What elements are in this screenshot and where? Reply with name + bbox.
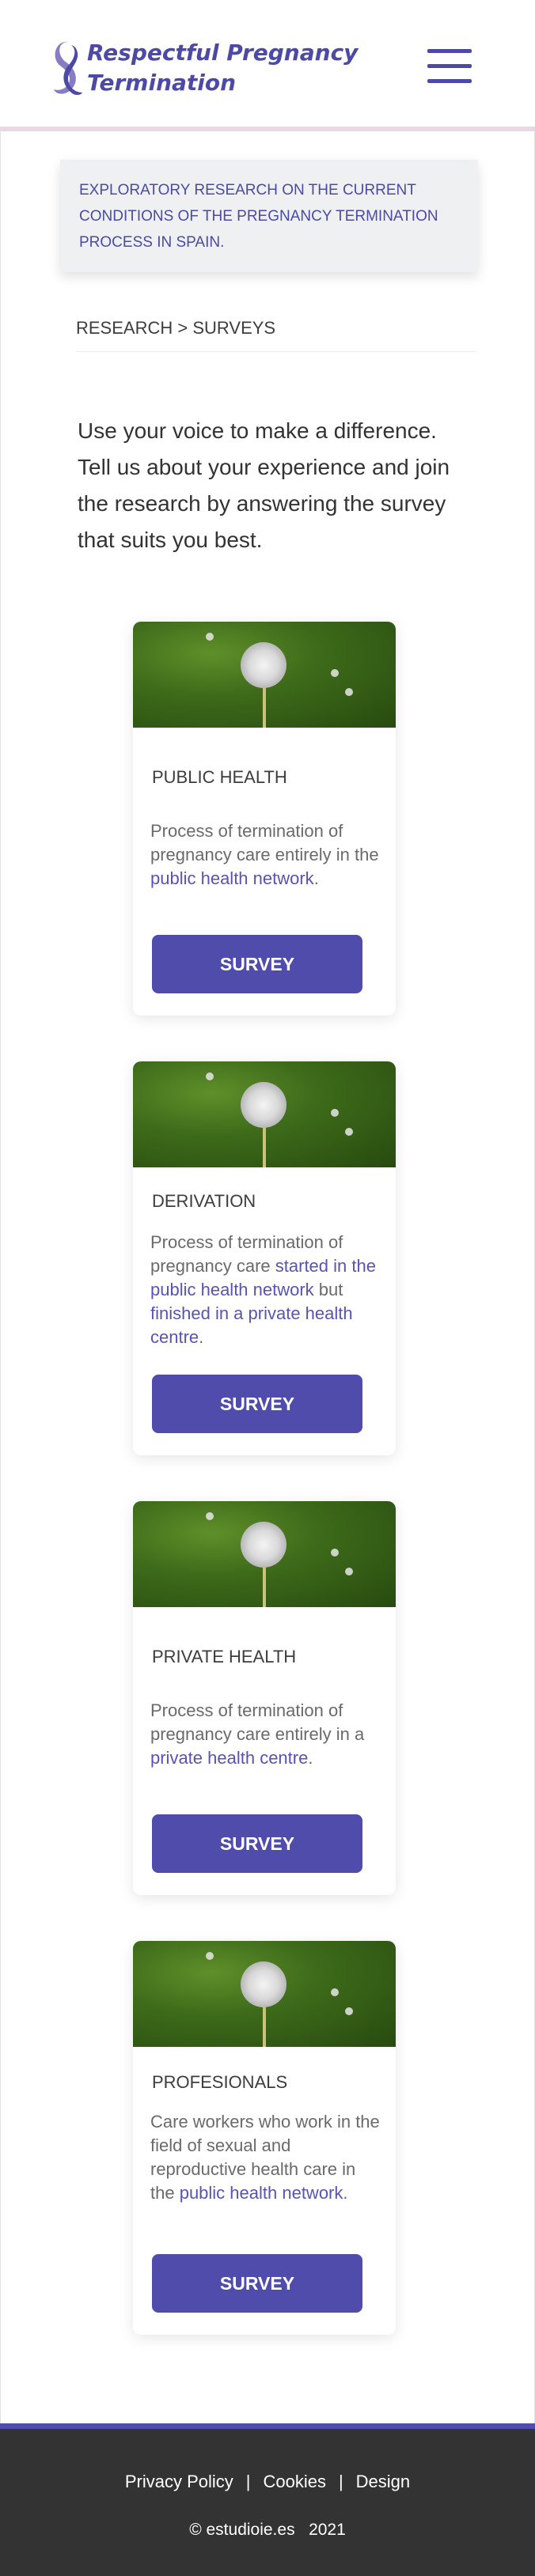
research-banner: EXPLORATORY RESEARCH ON THE CURRENT COND… [60, 160, 478, 272]
footer-copyright: © estudioie.es 2021 [189, 2521, 346, 2539]
card-highlight: public health network [150, 868, 314, 888]
footer-separator: | [245, 2472, 251, 2491]
footer-separator: | [338, 2472, 343, 2491]
breadcrumb-research-link[interactable]: RESEARCH [76, 318, 173, 338]
survey-button-derivation[interactable]: SURVEY [152, 1375, 362, 1433]
footer-link-design[interactable]: Design [356, 2472, 410, 2491]
survey-card-public-health: PUBLIC HEALTH Process of termination of … [133, 622, 396, 1016]
breadcrumb-current: SURVEYS [192, 318, 276, 338]
card-description: Process of termination of pregnancy care… [150, 1232, 376, 1347]
logo-text: Respectful Pregnancy Termination [87, 38, 358, 98]
survey-card-profesionals: PROFESIONALS Care workers who work in th… [133, 1941, 396, 2335]
site-logo[interactable]: Respectful Pregnancy Termination [51, 38, 358, 98]
card-title: PUBLIC HEALTH [152, 767, 287, 787]
site-footer: Privacy Policy | Cookies | Design © estudioi… [0, 2423, 535, 2576]
dandelion-image [133, 1941, 396, 2047]
survey-button-profesionals[interactable]: SURVEY [152, 2254, 362, 2313]
intro-text: Use your voice to make a difference. Tel… [78, 418, 450, 552]
breadcrumb: RESEARCH > SURVEYS [76, 318, 476, 352]
card-highlight: public health network [179, 2183, 343, 2203]
hamburger-menu-icon[interactable] [427, 49, 475, 87]
footer-link-privacy[interactable]: Privacy Policy [125, 2472, 233, 2491]
card-highlight: private health centre [150, 1748, 309, 1768]
logo-line-2: Termination [87, 70, 237, 96]
dandelion-image [133, 1061, 396, 1167]
survey-button-public-health[interactable]: SURVEY [152, 935, 362, 993]
footer-link-cookies[interactable]: Cookies [263, 2472, 325, 2491]
footer-links: Privacy Policy | Cookies | Design [0, 2472, 535, 2492]
card-highlight: finished in a private health centre [150, 1303, 353, 1347]
logo-ribbon-icon [54, 41, 82, 95]
card-title: PROFESIONALS [152, 2072, 288, 2092]
logo-line-1: Respectful Pregnancy [87, 40, 359, 66]
banner-text: EXPLORATORY RESEARCH ON THE CURRENT COND… [79, 182, 438, 251]
survey-card-private-health: PRIVATE HEALTH Process of termination of… [133, 1501, 396, 1895]
card-title: PRIVATE HEALTH [152, 1647, 297, 1666]
card-title: DERIVATION [152, 1191, 256, 1211]
dandelion-image [133, 1501, 396, 1607]
dandelion-image [133, 622, 396, 728]
card-description: Care workers who work in the field of se… [150, 2112, 380, 2203]
survey-card-derivation: DERIVATION Process of termination of pre… [133, 1061, 396, 1455]
breadcrumb-separator: > [177, 318, 188, 338]
site-header: Respectful Pregnancy Termination [0, 0, 535, 131]
survey-button-private-health[interactable]: SURVEY [152, 1814, 362, 1873]
card-description: Process of termination of pregnancy care… [150, 821, 379, 888]
card-description: Process of termination of pregnancy care… [150, 1700, 365, 1768]
